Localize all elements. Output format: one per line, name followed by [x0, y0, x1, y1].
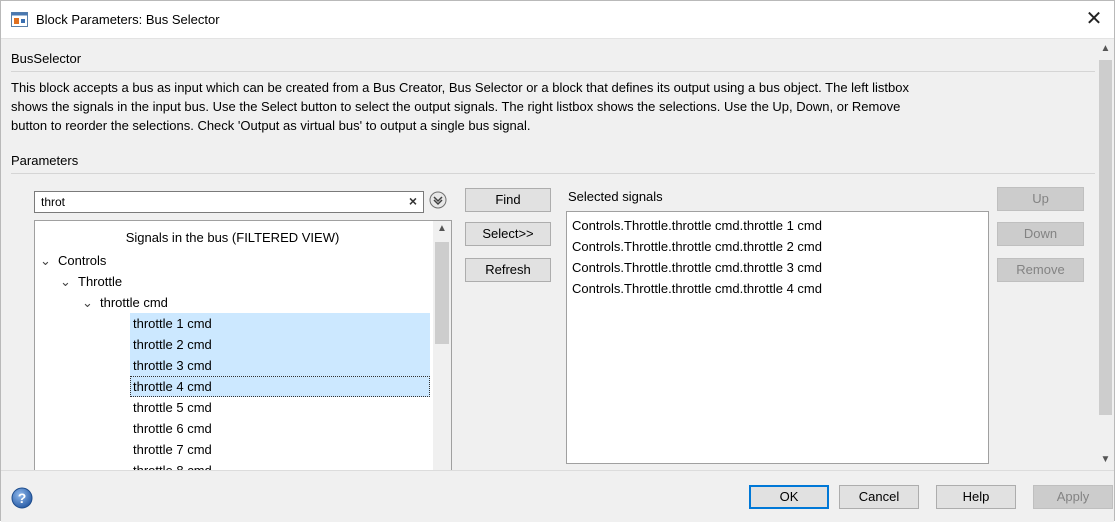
chevron-down-icon[interactable]: ⌄ [40, 250, 58, 271]
help-icon[interactable]: ? [11, 487, 33, 509]
tree-leaf-throttle-5-cmd[interactable]: throttle 5 cmd [130, 397, 430, 418]
tree-leaf-throttle-1-cmd[interactable]: throttle 1 cmd [130, 313, 430, 334]
up-button[interactable]: Up [997, 187, 1084, 211]
description-line: shows the signals in the input bus. Use … [11, 99, 901, 114]
selected-signal-item[interactable]: Controls.Throttle.throttle cmd.throttle … [572, 215, 822, 236]
close-icon[interactable]: ✕ [1082, 7, 1106, 31]
dialog-window: Block Parameters: Bus Selector ✕ BusSele… [0, 0, 1115, 522]
remove-button[interactable]: Remove [997, 258, 1084, 282]
dialog-content: BusSelector This block accepts a bus as … [1, 40, 1099, 470]
help-button[interactable]: Help [936, 485, 1016, 509]
selected-signals-label: Selected signals [568, 189, 663, 204]
divider [11, 71, 1095, 72]
parameters-heading: Parameters [11, 153, 79, 168]
apply-button[interactable]: Apply [1033, 485, 1113, 509]
tree-leaf-throttle-3-cmd[interactable]: throttle 3 cmd [130, 355, 430, 376]
selected-signal-item[interactable]: Controls.Throttle.throttle cmd.throttle … [572, 257, 822, 278]
scroll-thumb[interactable] [435, 242, 449, 344]
signal-filter-box[interactable]: × [34, 191, 424, 213]
tree-leaf-throttle-6-cmd[interactable]: throttle 6 cmd [130, 418, 430, 439]
dialog-scrollbar[interactable]: ▲ ▼ [1097, 40, 1114, 470]
search-options-icon[interactable] [428, 190, 448, 210]
tree-node-throttle[interactable]: ⌄ Throttle [60, 271, 430, 292]
cancel-button[interactable]: Cancel [839, 485, 919, 509]
refresh-button[interactable]: Refresh [465, 258, 551, 282]
tree-leaf-throttle-8-cmd[interactable]: throttle 8 cmd [130, 460, 430, 470]
selected-signal-item[interactable]: Controls.Throttle.throttle cmd.throttle … [572, 236, 822, 257]
selected-signal-item[interactable]: Controls.Throttle.throttle cmd.throttle … [572, 278, 822, 299]
signals-tree[interactable]: Signals in the bus (FILTERED VIEW) ⌄ Cont… [34, 220, 452, 470]
chevron-down-icon[interactable]: ⌄ [82, 292, 100, 313]
tree-node-throttle-cmd[interactable]: ⌄ throttle cmd [82, 292, 430, 313]
tree-leaf-throttle-7-cmd[interactable]: throttle 7 cmd [130, 439, 430, 460]
block-description: This block accepts a bus as input which … [11, 78, 1091, 135]
scroll-up-icon[interactable]: ▲ [433, 223, 451, 234]
button-bar: ? OK Cancel Help Apply [1, 470, 1114, 522]
tree-header: Signals in the bus (FILTERED VIEW) [125, 230, 340, 245]
block-name-heading: BusSelector [11, 51, 82, 66]
signal-filter-input[interactable] [39, 194, 389, 210]
svg-text:?: ? [18, 490, 27, 506]
tree-node-controls[interactable]: ⌄ Controls [40, 250, 430, 271]
simulink-app-icon [11, 12, 28, 27]
tree-node-label: throttle cmd [100, 295, 168, 310]
divider [11, 173, 1095, 174]
tree-leaf-throttle-4-cmd[interactable]: throttle 4 cmd [130, 376, 430, 397]
tree-scrollbar[interactable]: ▲ [433, 221, 451, 470]
tree-node-label: Controls [58, 253, 107, 268]
description-line: This block accepts a bus as input which … [11, 80, 909, 95]
scroll-up-icon[interactable]: ▲ [1097, 43, 1114, 54]
clear-search-icon[interactable]: × [409, 193, 417, 209]
down-button[interactable]: Down [997, 222, 1084, 246]
tree-leaf-throttle-2-cmd[interactable]: throttle 2 cmd [130, 334, 430, 355]
scroll-thumb[interactable] [1099, 60, 1112, 415]
chevron-down-icon[interactable]: ⌄ [60, 271, 78, 292]
window-title: Block Parameters: Bus Selector [36, 12, 220, 27]
selected-signals-list[interactable]: Controls.Throttle.throttle cmd.throttle … [566, 211, 989, 464]
find-button[interactable]: Find [465, 188, 551, 212]
tree-node-label: Throttle [78, 274, 123, 289]
select-button[interactable]: Select>> [465, 222, 551, 246]
title-bar: Block Parameters: Bus Selector ✕ [1, 1, 1114, 39]
scroll-down-icon[interactable]: ▼ [1097, 454, 1114, 465]
ok-button[interactable]: OK [749, 485, 829, 509]
description-line: button to reorder the selections. Check … [11, 118, 531, 133]
